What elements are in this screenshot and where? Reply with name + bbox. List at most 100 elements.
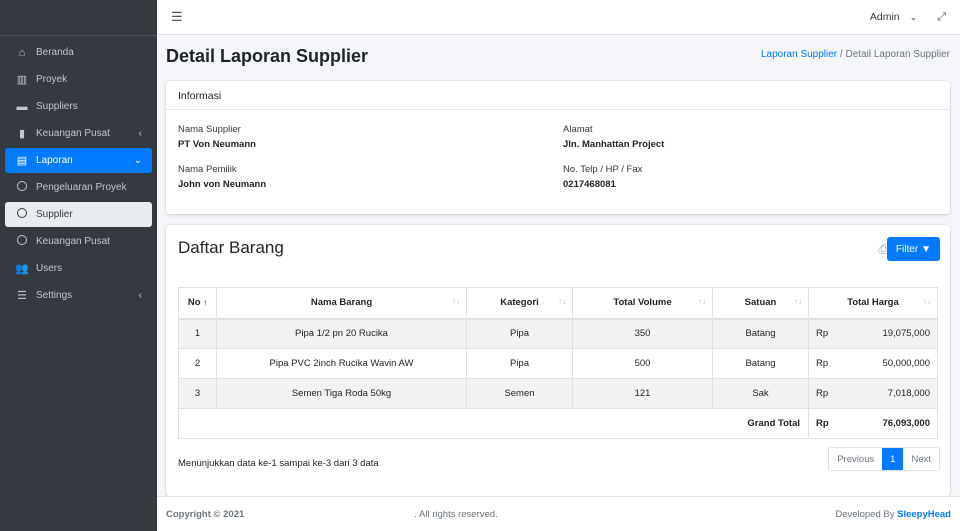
sidebar-item-label: Proyek: [36, 74, 68, 85]
cell-kategori: Pipa: [466, 318, 573, 349]
currency: Rp: [816, 328, 829, 340]
breadcrumb-link[interactable]: Laporan Supplier: [761, 49, 837, 60]
page-1-button[interactable]: 1: [882, 448, 904, 470]
sidebar-item-label: Beranda: [36, 47, 74, 58]
column-header-satuan[interactable]: Satuan ↑↓: [712, 287, 809, 320]
circle-icon: [15, 181, 29, 194]
sidebar-item-pengeluaran-proyek[interactable]: Pengeluaran Proyek: [5, 175, 152, 200]
previous-button[interactable]: Previous: [829, 448, 882, 470]
header-label: Total Harga: [847, 297, 899, 309]
sidebar-item-keuangan-pusat-report[interactable]: Keuangan Pusat: [5, 229, 152, 254]
info-card-header: Informasi: [166, 81, 950, 110]
sidebar-item-laporan[interactable]: ▤ Laporan ⌄: [5, 148, 152, 173]
table-row: 1 Pipa 1/2 pn 20 Rucika Pipa 350 Batang …: [178, 318, 938, 349]
chevron-down-icon: ⌄: [909, 12, 918, 22]
sidebar-item-label: Supplier: [36, 209, 73, 220]
label: Nama Supplier: [178, 124, 241, 135]
cell-nama: Pipa 1/2 pn 20 Rucika: [216, 318, 467, 349]
sidebar-item-label: Keuangan Pusat: [36, 128, 110, 139]
header-label: Total Volume: [613, 297, 672, 309]
harga-value: 19,075,000: [882, 328, 930, 340]
sidebar-item-keuangan-pusat[interactable]: ▮ Keuangan Pusat ‹: [5, 121, 152, 146]
sidebar-item-suppliers[interactable]: ▬ Suppliers: [5, 94, 152, 119]
breadcrumb: Laporan Supplier / Detail Laporan Suppli…: [760, 49, 950, 60]
table-row: 3 Semen Tiga Roda 50kg Semen 121 Sak Rp 7…: [178, 378, 938, 409]
sidebar-nav: ⌂ Beranda ▥ Proyek ▬ Suppliers ▮ Keuangan Pu…: [0, 36, 157, 314]
items-table: No ↑ Nama Barang ↑↓ Kategori ↑↓ Total Volu…: [178, 287, 938, 439]
sort-icon: ↑↓: [558, 297, 566, 307]
copyright: Copyright © 2021: [166, 508, 245, 520]
header-label: Nama Barang: [310, 297, 373, 309]
table-row: 2 Pipa PVC 2inch Rucika Wavin AW Pipa 50…: [178, 348, 938, 379]
sort-icon: ↑↓: [698, 297, 706, 307]
page-title: Detail Laporan Supplier: [166, 46, 369, 66]
dev-prefix: Developed By: [835, 508, 898, 520]
cell-no: 2: [178, 348, 217, 379]
currency: Rp: [816, 388, 829, 399]
cell-kategori: Pipa: [466, 348, 573, 379]
rights-text: . All rights reserved.: [414, 508, 498, 520]
footer: Copyright © 2021 . All rights reserved. …: [157, 496, 960, 531]
cell-kategori: Semen: [466, 378, 573, 409]
grand-total-row: Grand Total Rp 76,093,000: [178, 408, 938, 439]
items-card: Daftar Barang ⎙ Filter ▼ No ↑ Nama Barang…: [166, 225, 950, 496]
value: Jln. Manhattan Project: [563, 139, 665, 150]
sidebar-item-label: Keuangan Pusat: [36, 236, 110, 247]
column-header-volume[interactable]: Total Volume ↑↓: [572, 287, 713, 320]
chevron-down-icon: ⌄: [133, 155, 142, 166]
next-button[interactable]: Next: [903, 448, 939, 470]
column-header-harga[interactable]: Total Harga ↑↓: [808, 287, 938, 320]
user-menu[interactable]: Admin ⌄: [870, 11, 917, 23]
breadcrumb-current: Detail Laporan Supplier: [845, 49, 950, 60]
sidebar-item-supplier[interactable]: Supplier: [5, 202, 152, 227]
topbar: ☰ Admin ⌄ ⤢: [157, 0, 960, 35]
ledger-icon: ▮: [18, 128, 26, 140]
sidebar-item-settings[interactable]: ☰ Settings ‹: [5, 283, 152, 308]
chevron-left-icon: ‹: [138, 290, 142, 301]
pagination: Previous 1 Next: [828, 447, 940, 471]
harga-value: 50,000,000: [882, 358, 930, 369]
sidebar: ⌂ Beranda ▥ Proyek ▬ Suppliers ▮ Keuangan Pu…: [0, 0, 157, 531]
header-label: Kategori: [500, 297, 539, 309]
sidebar-item-proyek[interactable]: ▥ Proyek: [5, 67, 152, 92]
cell-volume: 121: [572, 378, 713, 409]
sidebar-item-label: Settings: [36, 290, 73, 301]
sidebar-item-beranda[interactable]: ⌂ Beranda: [5, 40, 152, 65]
sidebar-item-label: Suppliers: [36, 101, 78, 112]
chevron-left-icon: ‹: [138, 128, 142, 139]
column-header-nama[interactable]: Nama Barang ↑↓: [216, 287, 467, 320]
supplier-name-field: Nama Supplier PT Von Neumann: [178, 124, 256, 150]
store-icon: ▬: [16, 100, 28, 113]
developer-link[interactable]: SleepyHead: [897, 509, 951, 520]
header-label: No: [187, 297, 201, 309]
cell-nama: Semen Tiga Roda 50kg: [216, 378, 467, 409]
label: Nama Pemilik: [178, 164, 237, 175]
sort-icon: ↑↓: [794, 297, 802, 307]
filter-label: Filter: [895, 243, 919, 255]
value: PT Von Neumann: [178, 139, 256, 150]
cell-nama: Pipa PVC 2inch Rucika Wavin AW: [216, 348, 467, 379]
circle-icon: [15, 208, 29, 221]
fullscreen-icon[interactable]: ⤢: [937, 11, 946, 24]
grand-total-label: Grand Total: [178, 408, 809, 439]
cell-satuan: Batang: [712, 348, 809, 379]
harga-value: 7,018,000: [887, 388, 930, 399]
owner-field: Nama Pemilik John von Neumann: [178, 164, 266, 190]
cell-harga: Rp 7,018,000: [808, 378, 938, 409]
label: No. Telp / HP / Fax: [563, 164, 643, 175]
address-field: Alamat Jln. Manhattan Project: [563, 124, 664, 150]
sort-icon: ↑↓: [452, 297, 460, 307]
value: John von Neumann: [178, 179, 267, 190]
menu-toggle-icon[interactable]: ☰: [171, 9, 183, 25]
grand-total-value: 76,093,000: [882, 418, 930, 429]
phone-field: No. Telp / HP / Fax 0217468081: [563, 164, 642, 190]
sort-icon: ↑↓: [923, 297, 931, 307]
filter-button[interactable]: Filter ▼: [887, 237, 940, 261]
column-header-no[interactable]: No ↑: [178, 287, 217, 320]
filter-icon: ▼: [921, 243, 932, 255]
cell-harga: Rp 19,075,000: [808, 318, 938, 349]
column-header-kategori[interactable]: Kategori ↑↓: [466, 287, 573, 320]
sidebar-item-users[interactable]: 👥 Users: [5, 256, 152, 281]
currency: Rp: [816, 418, 829, 429]
sliders-icon: ☰: [17, 290, 27, 302]
